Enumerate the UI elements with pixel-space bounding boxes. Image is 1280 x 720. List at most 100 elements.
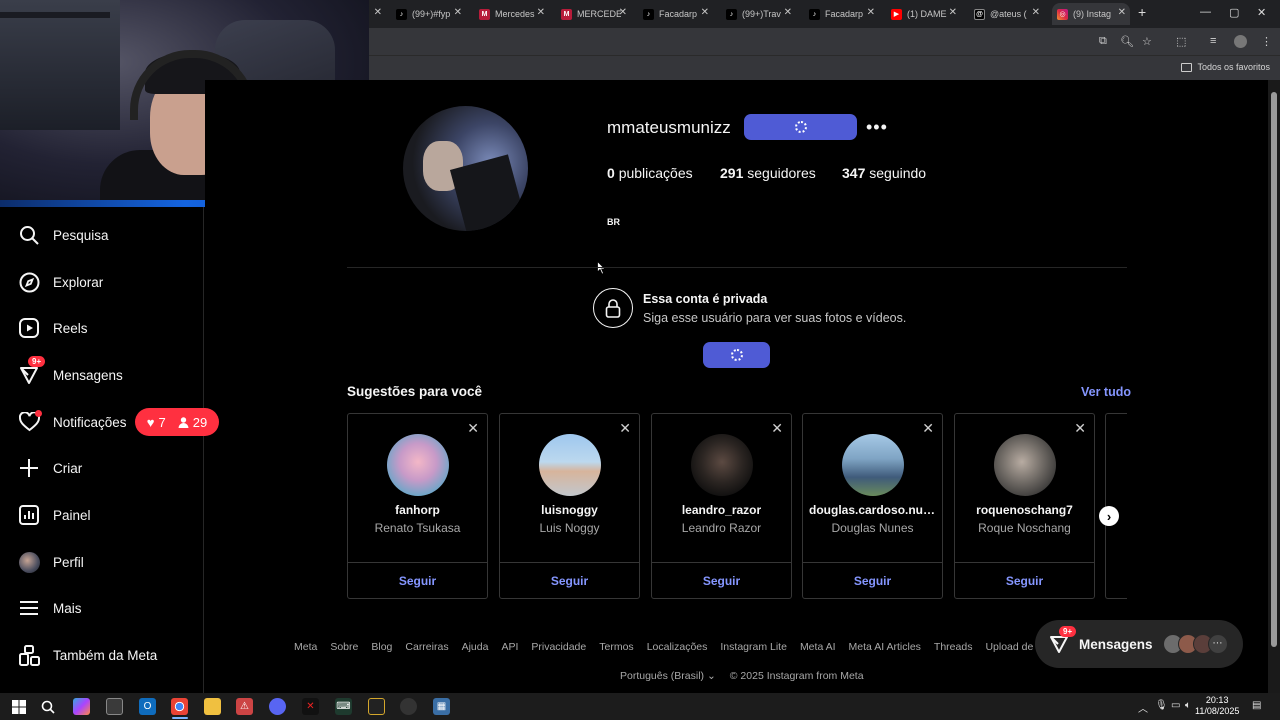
profile-avatar-icon[interactable]: [1234, 35, 1247, 48]
browser-tab[interactable]: @ @ateus ( ✕: [974, 3, 1044, 25]
window-close-icon[interactable]: ✕: [1257, 6, 1266, 19]
sidebar-item-reels[interactable]: Reels: [18, 314, 88, 342]
new-tab-icon[interactable]: +: [1138, 4, 1146, 20]
follow-button[interactable]: Seguir: [955, 574, 1094, 588]
follow-button[interactable]: Seguir: [803, 574, 942, 588]
suggestion-card[interactable]: ✕ roquenoschang7 Roque Noschang Seguir: [954, 413, 1095, 599]
discord-icon[interactable]: [269, 698, 286, 715]
avatar[interactable]: [691, 434, 753, 496]
dismiss-icon[interactable]: ✕: [1074, 420, 1086, 437]
chrome-icon[interactable]: [171, 698, 188, 715]
suggestion-username[interactable]: roquenoschang7: [955, 503, 1094, 517]
suggestion-card[interactable]: ✕ luisnoggy Luis Noggy Seguir: [499, 413, 640, 599]
footer-link[interactable]: Meta AI: [800, 641, 836, 653]
follow-button-loading-secondary[interactable]: [703, 342, 770, 368]
suggestion-username[interactable]: douglas.cardoso.nun...: [803, 503, 942, 517]
file-explorer-icon[interactable]: [204, 698, 221, 715]
dismiss-icon[interactable]: ✕: [467, 420, 479, 437]
profile-picture[interactable]: [403, 106, 528, 231]
store-icon[interactable]: [106, 698, 123, 715]
footer-link[interactable]: Instagram Lite: [720, 641, 787, 653]
follow-button-loading[interactable]: [744, 114, 857, 140]
copilot-icon[interactable]: [73, 698, 90, 715]
footer-link[interactable]: API: [501, 641, 518, 653]
follow-button[interactable]: Seguir: [652, 574, 791, 588]
system-clock[interactable]: 20:13 11/08/2025: [1195, 695, 1239, 717]
footer-link[interactable]: Ajuda: [462, 641, 489, 653]
windows-start-icon[interactable]: [10, 698, 27, 715]
suggestion-username[interactable]: luisnoggy: [500, 503, 639, 517]
browser-tab[interactable]: ▶ (1) DAME ✕: [891, 3, 961, 25]
suggestion-username[interactable]: fanhorp: [348, 503, 487, 517]
footer-link[interactable]: Carreiras: [405, 641, 448, 653]
sidebar-item-messages[interactable]: 9+ Mensagens: [18, 356, 123, 389]
avatar[interactable]: [842, 434, 904, 496]
footer-link[interactable]: Blog: [371, 641, 392, 653]
bookmark-star-icon[interactable]: ☆: [1142, 35, 1152, 48]
tab-close-icon[interactable]: ✕: [454, 7, 462, 18]
sidebar-item-create[interactable]: Criar: [18, 454, 82, 482]
tray-overflow-icon[interactable]: ︿: [1138, 700, 1148, 715]
sidebar-item-search[interactable]: Pesquisa: [18, 221, 109, 249]
sidebar-item-profile[interactable]: Perfil: [18, 548, 84, 576]
network-icon[interactable]: ▭: [1171, 700, 1180, 711]
app-icon[interactable]: [368, 698, 385, 715]
dismiss-icon[interactable]: ✕: [619, 420, 631, 437]
footer-link[interactable]: Meta: [294, 641, 317, 653]
tab-close-partial[interactable]: ✕: [370, 3, 384, 25]
kebab-menu-icon[interactable]: ⋮: [1261, 35, 1272, 48]
footer-link[interactable]: Threads: [934, 641, 973, 653]
dismiss-icon[interactable]: ✕: [771, 420, 783, 437]
browser-tab-active[interactable]: ◎ (9) Instag ✕: [1052, 3, 1130, 25]
sidebar-item-notifications[interactable]: Notificações: [18, 408, 127, 436]
followers-stat[interactable]: 291 seguidores: [720, 165, 816, 181]
obs-icon[interactable]: [400, 698, 417, 715]
calculator-icon[interactable]: ▦: [433, 698, 450, 715]
volume-icon[interactable]: 🔈︎: [1185, 700, 1191, 711]
extensions-icon[interactable]: ⬚: [1176, 35, 1186, 48]
tab-close-icon[interactable]: ✕: [867, 7, 875, 18]
see-all-link[interactable]: Ver tudo: [1081, 385, 1131, 399]
app-icon[interactable]: ✕: [302, 698, 319, 715]
dismiss-icon[interactable]: ✕: [922, 420, 934, 437]
tab-close-icon[interactable]: ✕: [949, 7, 957, 18]
sidebar-item-also-from-meta[interactable]: Também da Meta: [18, 641, 157, 669]
notifications-popup[interactable]: ♥ 7 29: [135, 408, 219, 436]
more-options-icon[interactable]: •••: [866, 117, 888, 138]
browser-tab[interactable]: ♪ (99+)Trav ✕: [726, 3, 796, 25]
footer-link[interactable]: Meta AI Articles: [849, 641, 921, 653]
sidebar-item-more[interactable]: Mais: [18, 594, 82, 622]
avatar[interactable]: [994, 434, 1056, 496]
zoom-icon[interactable]: 🔍︎: [1120, 35, 1134, 48]
microphone-icon[interactable]: 🎙︎: [1155, 700, 1168, 711]
tab-close-icon[interactable]: ✕: [1032, 7, 1040, 18]
terminal-icon[interactable]: ⌨: [335, 698, 352, 715]
browser-tab[interactable]: M Mercedes ✕: [479, 3, 549, 25]
follow-button[interactable]: Seguir: [348, 574, 487, 588]
sidebar-item-explore[interactable]: Explorar: [18, 268, 103, 296]
all-bookmarks-button[interactable]: Todos os favoritos: [1181, 62, 1270, 72]
maximize-icon[interactable]: ▢: [1229, 6, 1239, 19]
browser-tab[interactable]: ♪ (99+)#fyp ✕: [396, 3, 466, 25]
footer-link[interactable]: Termos: [599, 641, 633, 653]
browser-tab[interactable]: ♪ Facadarp ✕: [809, 3, 879, 25]
suggestion-card[interactable]: ✕ fanhorp Renato Tsukasa Seguir: [347, 413, 488, 599]
tab-close-icon[interactable]: ✕: [784, 7, 792, 18]
browser-tab[interactable]: M MERCEDE ✕: [561, 3, 631, 25]
sidebar-item-dashboard[interactable]: Painel: [18, 501, 91, 529]
following-stat[interactable]: 347 seguindo: [842, 165, 926, 181]
page-scrollbar[interactable]: [1268, 80, 1280, 693]
minimize-icon[interactable]: —: [1200, 6, 1211, 18]
suggestion-card[interactable]: ✕ douglas.cardoso.nun... Douglas Nunes S…: [802, 413, 943, 599]
footer-link[interactable]: Sobre: [330, 641, 358, 653]
footer-link[interactable]: Localizações: [647, 641, 708, 653]
media-control-icon[interactable]: ≡: [1210, 35, 1216, 47]
suggestion-card[interactable]: ✕ leandro_razor Leandro Razor Seguir: [651, 413, 792, 599]
avatar[interactable]: [539, 434, 601, 496]
footer-link[interactable]: Privacidade: [531, 641, 586, 653]
browser-tab[interactable]: ♪ Facadarp ✕: [643, 3, 713, 25]
suggestion-username[interactable]: leandro_razor: [652, 503, 791, 517]
avatar[interactable]: [387, 434, 449, 496]
outlook-icon[interactable]: O: [139, 698, 156, 715]
app-icon[interactable]: ⚠: [236, 698, 253, 715]
